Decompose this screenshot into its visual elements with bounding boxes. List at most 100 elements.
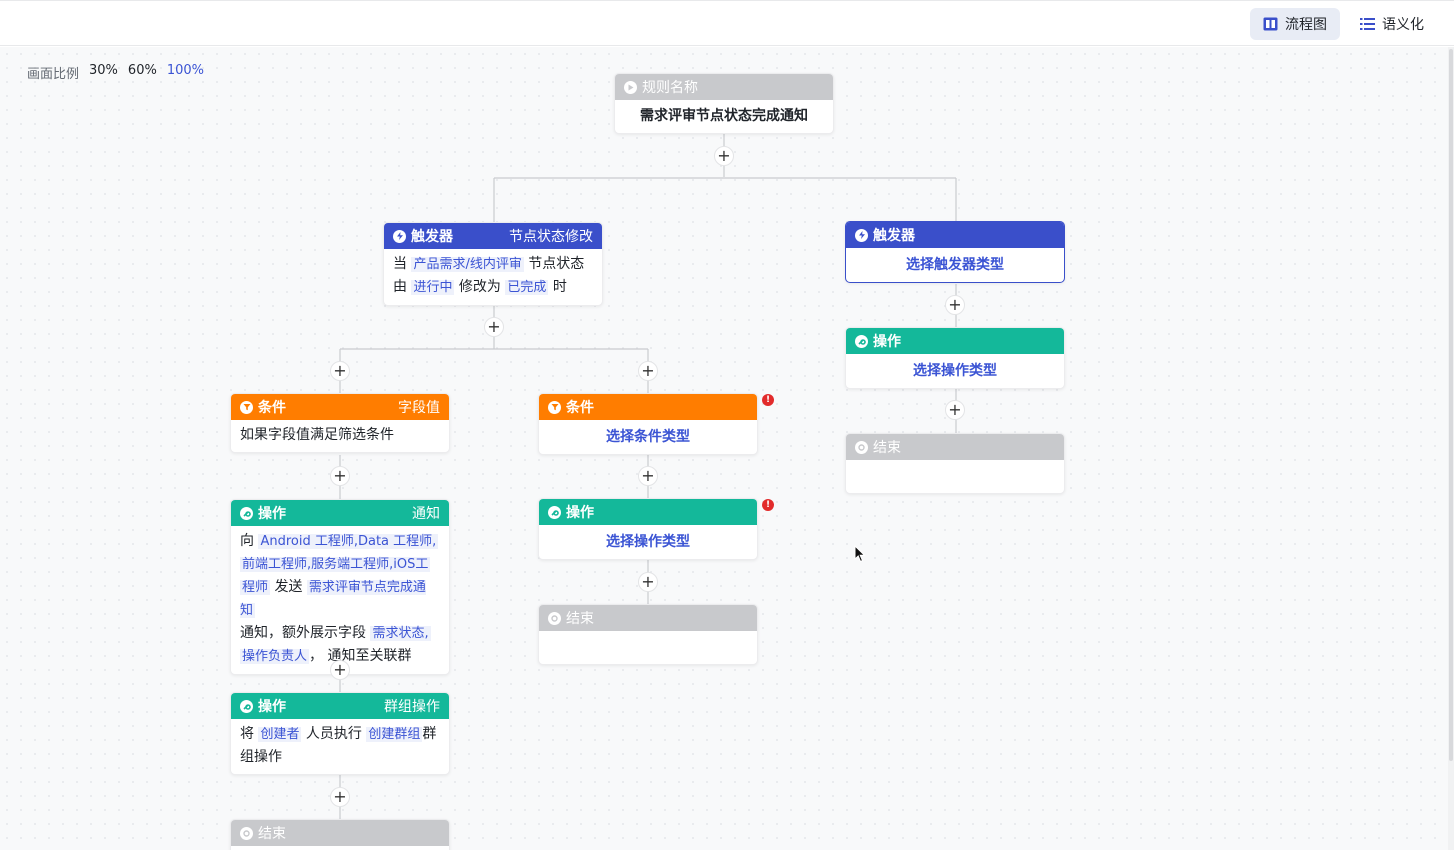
error-icon: !	[762, 394, 774, 406]
semantic-view-label: 语义化	[1382, 17, 1424, 33]
action-type-tag: 通知	[412, 506, 440, 522]
recipients-link[interactable]: 前端工程师,服务端工程师,iOS工	[240, 557, 431, 572]
add-node-button[interactable]: +	[945, 295, 965, 315]
end-header: 结束	[231, 820, 449, 846]
trigger-title: 触发器	[411, 229, 453, 245]
action-header: 操作	[539, 499, 757, 525]
end-node[interactable]: 结束	[230, 819, 450, 850]
trigger-description: 当 产品需求/线内评审 节点状态 由 进行中 修改为 已完成 时	[384, 249, 602, 305]
flowchart-view-button[interactable]: 流程图	[1250, 8, 1340, 40]
add-node-button[interactable]: +	[330, 660, 350, 680]
status-to-link[interactable]: 已完成	[505, 280, 549, 295]
action-title: 操作	[873, 334, 901, 350]
trigger-icon	[393, 229, 406, 243]
add-node-button[interactable]: +	[638, 466, 658, 486]
rule-name-title: 规则名称	[642, 80, 698, 96]
end-node[interactable]: 结束	[538, 604, 758, 665]
create-group-link[interactable]: 创建群组	[366, 727, 423, 742]
wrench-icon	[855, 334, 868, 348]
play-icon	[624, 80, 637, 94]
trigger-header: 触发器	[846, 222, 1064, 248]
end-title: 结束	[873, 440, 901, 456]
filter-icon	[240, 400, 253, 414]
creator-link[interactable]: 创建者	[258, 727, 302, 742]
trigger-node[interactable]: 触发器 节点状态修改 当 产品需求/线内评审 节点状态 由 进行中 修改为 已完…	[383, 222, 603, 306]
end-node[interactable]: 结束	[845, 433, 1065, 494]
mouse-cursor-icon	[854, 545, 866, 563]
trigger-title: 触发器	[873, 228, 915, 244]
semantic-view-button[interactable]: 语义化	[1347, 8, 1437, 40]
condition-title: 条件	[258, 400, 286, 416]
condition-header: 条件 字段值	[231, 394, 449, 420]
add-node-button[interactable]: +	[638, 572, 658, 592]
action-title: 操作	[566, 505, 594, 521]
stop-icon	[240, 826, 253, 840]
top-toolbar: 流程图 语义化	[0, 0, 1454, 46]
select-action-type-link[interactable]: 选择操作类型	[539, 525, 757, 559]
text-group-operation: 组操作	[240, 749, 282, 765]
action-header: 操作	[846, 328, 1064, 354]
trigger-icon	[855, 228, 868, 242]
add-node-button[interactable]: +	[484, 317, 504, 337]
flowchart-icon	[1263, 17, 1278, 31]
add-node-button[interactable]: +	[638, 361, 658, 381]
select-condition-type-link[interactable]: 选择条件类型	[539, 420, 757, 454]
vertical-scrollbar[interactable]	[1448, 47, 1454, 850]
end-header: 结束	[539, 605, 757, 631]
rule-name-node[interactable]: 规则名称 需求评审节点状态完成通知	[614, 73, 834, 134]
wrench-icon	[240, 699, 253, 713]
condition-header: 条件	[539, 394, 757, 420]
text-to: 向	[240, 533, 254, 549]
condition-node[interactable]: 条件 字段值 如果字段值满足筛选条件	[230, 393, 450, 453]
error-icon: !	[762, 499, 774, 511]
end-title: 结束	[566, 611, 594, 627]
end-title: 结束	[258, 826, 286, 842]
text-execute: 人员执行	[305, 726, 362, 742]
notify-description: 向 Android 工程师,Data 工程师, 前端工程师,服务端工程师,iOS…	[231, 526, 449, 674]
condition-title: 条件	[566, 400, 594, 416]
condition-type-tag: 字段值	[398, 400, 440, 416]
text-notify-group: ， 通知至关联群	[309, 648, 412, 664]
action-type-tag: 群组操作	[384, 699, 440, 715]
flowchart-view-label: 流程图	[1285, 17, 1327, 33]
text-node-status: 节点状态	[528, 256, 585, 272]
add-node-button[interactable]: +	[945, 400, 965, 420]
add-node-button[interactable]: +	[714, 146, 734, 166]
recipients-link[interactable]: 程师	[240, 580, 271, 595]
recipients-link[interactable]: Android 工程师,Data 工程师,	[258, 534, 439, 549]
action-title: 操作	[258, 699, 286, 715]
group-action-description: 将 创建者 人员执行 创建群组群 组操作	[231, 719, 449, 774]
fields-link[interactable]: 需求状态,	[370, 626, 431, 641]
scrollbar-thumb[interactable]	[1449, 49, 1453, 761]
select-trigger-type-link[interactable]: 选择触发器类型	[846, 248, 1064, 282]
text-when: 当	[393, 256, 407, 272]
text-notify-extra: 通知，额外展示字段	[240, 625, 366, 641]
stop-icon	[855, 440, 868, 454]
notify-action-node[interactable]: 操作 通知 向 Android 工程师,Data 工程师, 前端工程师,服务端工…	[230, 499, 450, 675]
trigger-node-empty[interactable]: 触发器 选择触发器类型	[845, 221, 1065, 283]
action-node-empty[interactable]: 操作 选择操作类型	[845, 327, 1065, 389]
add-node-button[interactable]: +	[330, 361, 350, 381]
text-group: 群	[422, 726, 437, 742]
action-header: 操作 群组操作	[231, 693, 449, 719]
condition-node-empty[interactable]: 条件 选择条件类型	[538, 393, 758, 455]
flow-canvas[interactable]: 画面比例 30% 60% 100% 规则名称 需求评审节点状态完成通知 + 触发…	[0, 47, 1448, 850]
add-node-button[interactable]: +	[330, 466, 350, 486]
text-from: 由	[393, 279, 407, 295]
filter-icon	[548, 400, 561, 414]
wrench-icon	[548, 505, 561, 519]
list-icon	[1360, 18, 1375, 30]
text-time: 时	[552, 279, 567, 295]
action-node-empty[interactable]: 操作 选择操作类型	[538, 498, 758, 560]
text-change-to: 修改为	[458, 279, 501, 295]
trigger-type-tag: 节点状态修改	[509, 229, 593, 245]
rule-name-header: 规则名称	[615, 74, 833, 100]
end-header: 结束	[846, 434, 1064, 460]
workflow-link[interactable]: 产品需求/线内评审	[411, 257, 524, 272]
select-action-type-link[interactable]: 选择操作类型	[846, 354, 1064, 388]
add-node-button[interactable]: +	[330, 787, 350, 807]
fields-link[interactable]: 操作负责人	[240, 649, 310, 664]
group-action-node[interactable]: 操作 群组操作 将 创建者 人员执行 创建群组群 组操作	[230, 692, 450, 775]
action-title: 操作	[258, 506, 286, 522]
status-from-link[interactable]: 进行中	[411, 280, 455, 295]
